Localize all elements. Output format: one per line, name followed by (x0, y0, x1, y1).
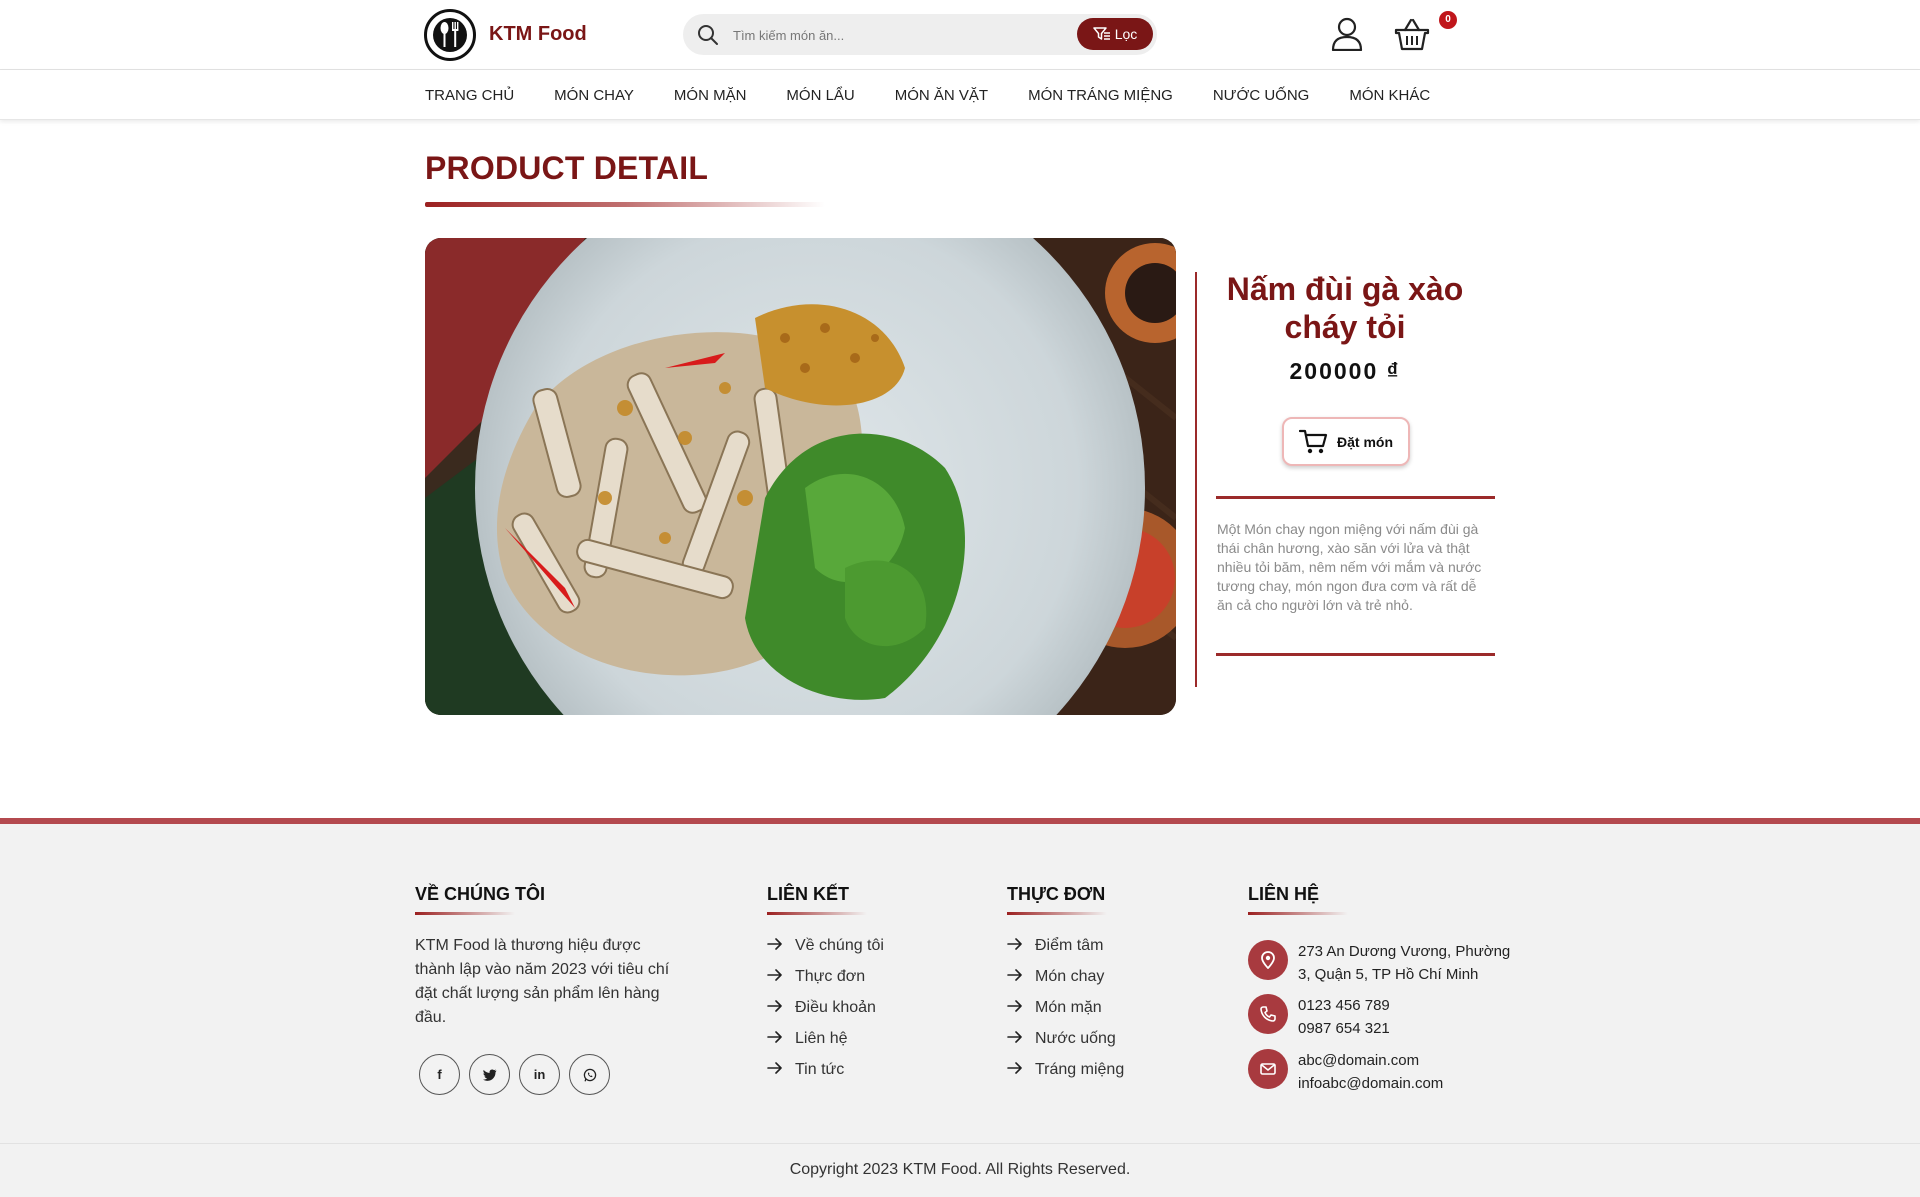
arrow-right-icon (1007, 1061, 1035, 1079)
copyright-text: Copyright 2023 KTM Food. All Rights Rese… (789, 1161, 1131, 1178)
footer-menu-label: Tráng miệng (1035, 1060, 1125, 1078)
twitter-icon[interactable] (469, 1054, 510, 1095)
footer (0, 818, 1920, 1143)
footer-menu-heading: THỰC ĐƠN (1007, 884, 1106, 904)
footer-menu-breakfast[interactable]: Điểm tâm (1007, 930, 1124, 961)
footer-menu-drinks[interactable]: Nước uống (1007, 1023, 1124, 1054)
product-image (425, 238, 1176, 715)
footer-contact-heading: LIÊN HỆ (1248, 884, 1320, 904)
phone-2[interactable]: 0987 654 321 (1298, 1017, 1390, 1040)
search-bar: Lọc (683, 14, 1157, 55)
title-underline (425, 202, 825, 207)
filter-label: Lọc (1114, 26, 1138, 42)
brand-name[interactable]: KTM Food (489, 23, 587, 46)
envelope-icon (1248, 1049, 1288, 1089)
footer-menu-savory[interactable]: Món mặn (1007, 992, 1124, 1023)
footer-about-heading: VỀ CHÚNG TÔI (415, 884, 546, 904)
nav-item-savory[interactable]: MÓN MẶN (674, 87, 747, 104)
footer-link-contact[interactable]: Liên hệ (767, 1023, 884, 1054)
linkedin-icon[interactable]: in (519, 1054, 560, 1095)
description-bottom-border (1216, 653, 1495, 656)
arrow-right-icon (1007, 937, 1035, 955)
filter-icon (1092, 27, 1110, 40)
whatsapp-icon[interactable] (569, 1054, 610, 1095)
footer-menu-label: Nước uống (1035, 1029, 1116, 1047)
footer-links-underline (767, 912, 867, 915)
main-nav: TRANG CHỦ MÓN CHAY MÓN MẶN MÓN LẨU MÓN Ă… (0, 70, 1920, 120)
footer-about-underline (415, 912, 515, 915)
arrow-right-icon (1007, 968, 1035, 986)
contact-email: abc@domain.com infoabc@domain.com (1248, 1049, 1443, 1095)
arrow-right-icon (767, 937, 795, 955)
product-description: Một Món chay ngon miệng với nấm đùi gà t… (1217, 521, 1482, 613)
footer-menu-label: Món mặn (1035, 998, 1102, 1016)
phone-icon (1248, 994, 1288, 1034)
nav-item-vegetarian[interactable]: MÓN CHAY (554, 87, 634, 104)
arrow-right-icon (1007, 999, 1035, 1017)
footer-link-menu[interactable]: Thực đơn (767, 961, 884, 992)
contact-phone: 0123 456 789 0987 654 321 (1248, 994, 1390, 1040)
footer-about-text: KTM Food là thương hiệu được thành lập v… (415, 937, 670, 1026)
phone-1[interactable]: 0123 456 789 (1298, 994, 1390, 1017)
cart-icon (1299, 429, 1328, 453)
location-pin-icon (1248, 940, 1288, 980)
filter-button[interactable]: Lọc (1077, 18, 1153, 50)
footer-link-label: Tin tức (795, 1060, 845, 1078)
footer-menu-desserts[interactable]: Tráng miệng (1007, 1054, 1124, 1085)
footer-link-label: Thực đơn (795, 967, 866, 985)
email-1[interactable]: abc@domain.com (1298, 1049, 1443, 1072)
cart-count-badge: 0 (1439, 11, 1457, 29)
footer-menu-label: Món chay (1035, 967, 1105, 985)
footer-link-about[interactable]: Về chúng tôi (767, 930, 884, 961)
search-input[interactable] (733, 23, 1053, 47)
nav-item-snacks[interactable]: MÓN ĂN VẶT (895, 87, 988, 104)
top-header: KTM Food Lọc 0 (0, 0, 1920, 70)
contact-address: 273 An Dương Vương, Phường 3, Quận 5, TP … (1248, 940, 1510, 986)
page-title: PRODUCT DETAIL (425, 150, 709, 186)
footer-links-heading: LIÊN KẾT (767, 884, 850, 904)
footer-link-label: Về chúng tôi (795, 936, 884, 954)
footer-contact-underline (1248, 912, 1348, 915)
email-2[interactable]: infoabc@domain.com (1298, 1072, 1443, 1095)
footer-links-list: Về chúng tôi Thực đơn Điều khoản Liên hệ… (767, 930, 884, 1085)
nav-item-drinks[interactable]: NƯỚC UỐNG (1213, 87, 1310, 104)
user-icon[interactable] (1331, 17, 1363, 56)
footer-menu-vegetarian[interactable]: Món chay (1007, 961, 1124, 992)
footer-menu-underline (1007, 912, 1107, 915)
arrow-right-icon (767, 999, 795, 1017)
footer-link-news[interactable]: Tin tức (767, 1054, 884, 1085)
arrow-right-icon (1007, 1030, 1035, 1048)
nav-item-desserts[interactable]: MÓN TRÁNG MIỆNG (1028, 87, 1173, 104)
footer-link-terms[interactable]: Điều khoản (767, 992, 884, 1023)
footer-menu-label: Điểm tâm (1035, 936, 1104, 954)
arrow-right-icon (767, 1030, 795, 1048)
footer-menu-list: Điểm tâm Món chay Món mặn Nước uống Trán… (1007, 930, 1124, 1085)
address-line-1: 273 An Dương Vương, Phường (1298, 943, 1511, 960)
footer-link-label: Điều khoản (795, 998, 876, 1016)
logo-icon[interactable] (424, 9, 476, 61)
arrow-right-icon (767, 1061, 795, 1079)
nav-item-home[interactable]: TRANG CHỦ (425, 87, 514, 104)
arrow-right-icon (767, 968, 795, 986)
footer-link-label: Liên hệ (795, 1029, 848, 1047)
nav-item-other[interactable]: MÓN KHÁC (1349, 87, 1430, 104)
description-top-border (1216, 496, 1495, 499)
basket-icon[interactable] (1394, 16, 1430, 57)
order-button-label: Đặt món (1337, 433, 1393, 450)
info-divider (1195, 272, 1197, 687)
search-icon[interactable] (697, 24, 719, 51)
facebook-icon[interactable]: f (419, 1054, 460, 1095)
product-price: 200000 ₫ (1289, 358, 1401, 384)
address-line-2: 3, Quận 5, TP Hồ Chí Minh (1298, 966, 1479, 983)
nav-item-hotpot[interactable]: MÓN LẨU (786, 87, 854, 104)
product-name: Nấm đùi gà xào cháy tỏi (1226, 271, 1464, 345)
order-button[interactable]: Đặt món (1282, 417, 1410, 466)
